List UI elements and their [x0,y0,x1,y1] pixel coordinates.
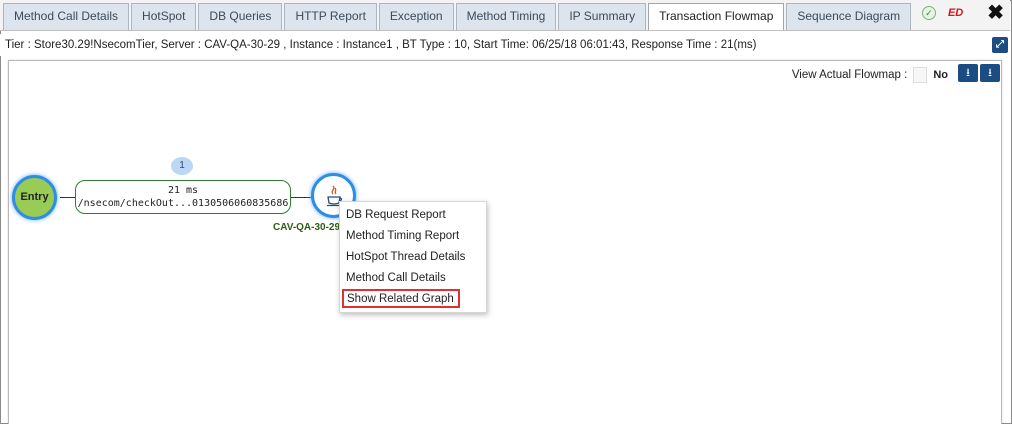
download-all-icon[interactable]: ⭳ [980,64,1000,82]
call-count-badge: 1 [171,157,193,175]
tab-db-queries[interactable]: DB Queries [198,3,283,30]
tab-hotspot[interactable]: HotSpot [131,3,197,30]
tab-method-call-details[interactable]: Method Call Details [3,3,130,30]
tab-ip-summary[interactable]: IP Summary [558,3,647,30]
close-icon[interactable]: ✖ [987,3,1004,23]
edge-entry-to-call [60,197,76,198]
context-menu: DB Request Report Method Timing Report H… [339,201,487,313]
menu-item-method-timing-report[interactable]: Method Timing Report [340,226,486,247]
call-node[interactable]: 21 ms /nsecom/checkOut...013050606083568… [75,180,291,214]
flowmap-panel [8,60,1002,424]
tab-list: Method Call Details HotSpot DB Queries H… [3,3,913,30]
entry-node[interactable]: Entry [12,175,57,220]
menu-item-show-related-graph[interactable]: Show Related Graph [342,289,460,308]
tab-bar: Method Call Details HotSpot DB Queries H… [0,0,1010,31]
menu-item-method-call-details[interactable]: Method Call Details [340,268,486,289]
ed-icon[interactable]: ED [948,7,963,19]
download-icon[interactable]: ⭳ [958,64,978,82]
call-url: /nsecom/checkOut...0130506060835686 [77,198,289,209]
expand-icon[interactable]: ⤢ [992,37,1008,53]
flowmap-toggle-switch[interactable] [913,67,928,83]
server-node-label: CAV-QA-30-29 [273,222,341,233]
tab-exception[interactable]: Exception [378,3,454,30]
menu-item-hotspot-thread-details[interactable]: HotSpot Thread Details [340,247,486,268]
flowmap-toggle-value: No [933,69,948,81]
toolbar-icons: ✓ ED ✖ [921,2,1004,24]
tab-http-report[interactable]: HTTP Report [284,3,377,30]
status-check-icon[interactable]: ✓ [921,6,936,20]
tab-method-timing[interactable]: Method Timing [455,3,557,30]
call-time: 21 ms [167,185,199,196]
flowmap-toggle-label: View Actual Flowmap : [791,69,908,81]
edge-call-to-server [291,197,312,198]
tab-sequence-diagram[interactable]: Sequence Diagram [786,3,912,30]
menu-item-db-request-report[interactable]: DB Request Report [340,205,486,226]
transaction-info-bar: Tier : Store30.29!NsecomTier, Server : C… [0,34,1010,56]
flowmap-toggle-group: View Actual Flowmap : No [792,66,948,84]
tab-transaction-flowmap[interactable]: Transaction Flowmap [648,3,785,30]
